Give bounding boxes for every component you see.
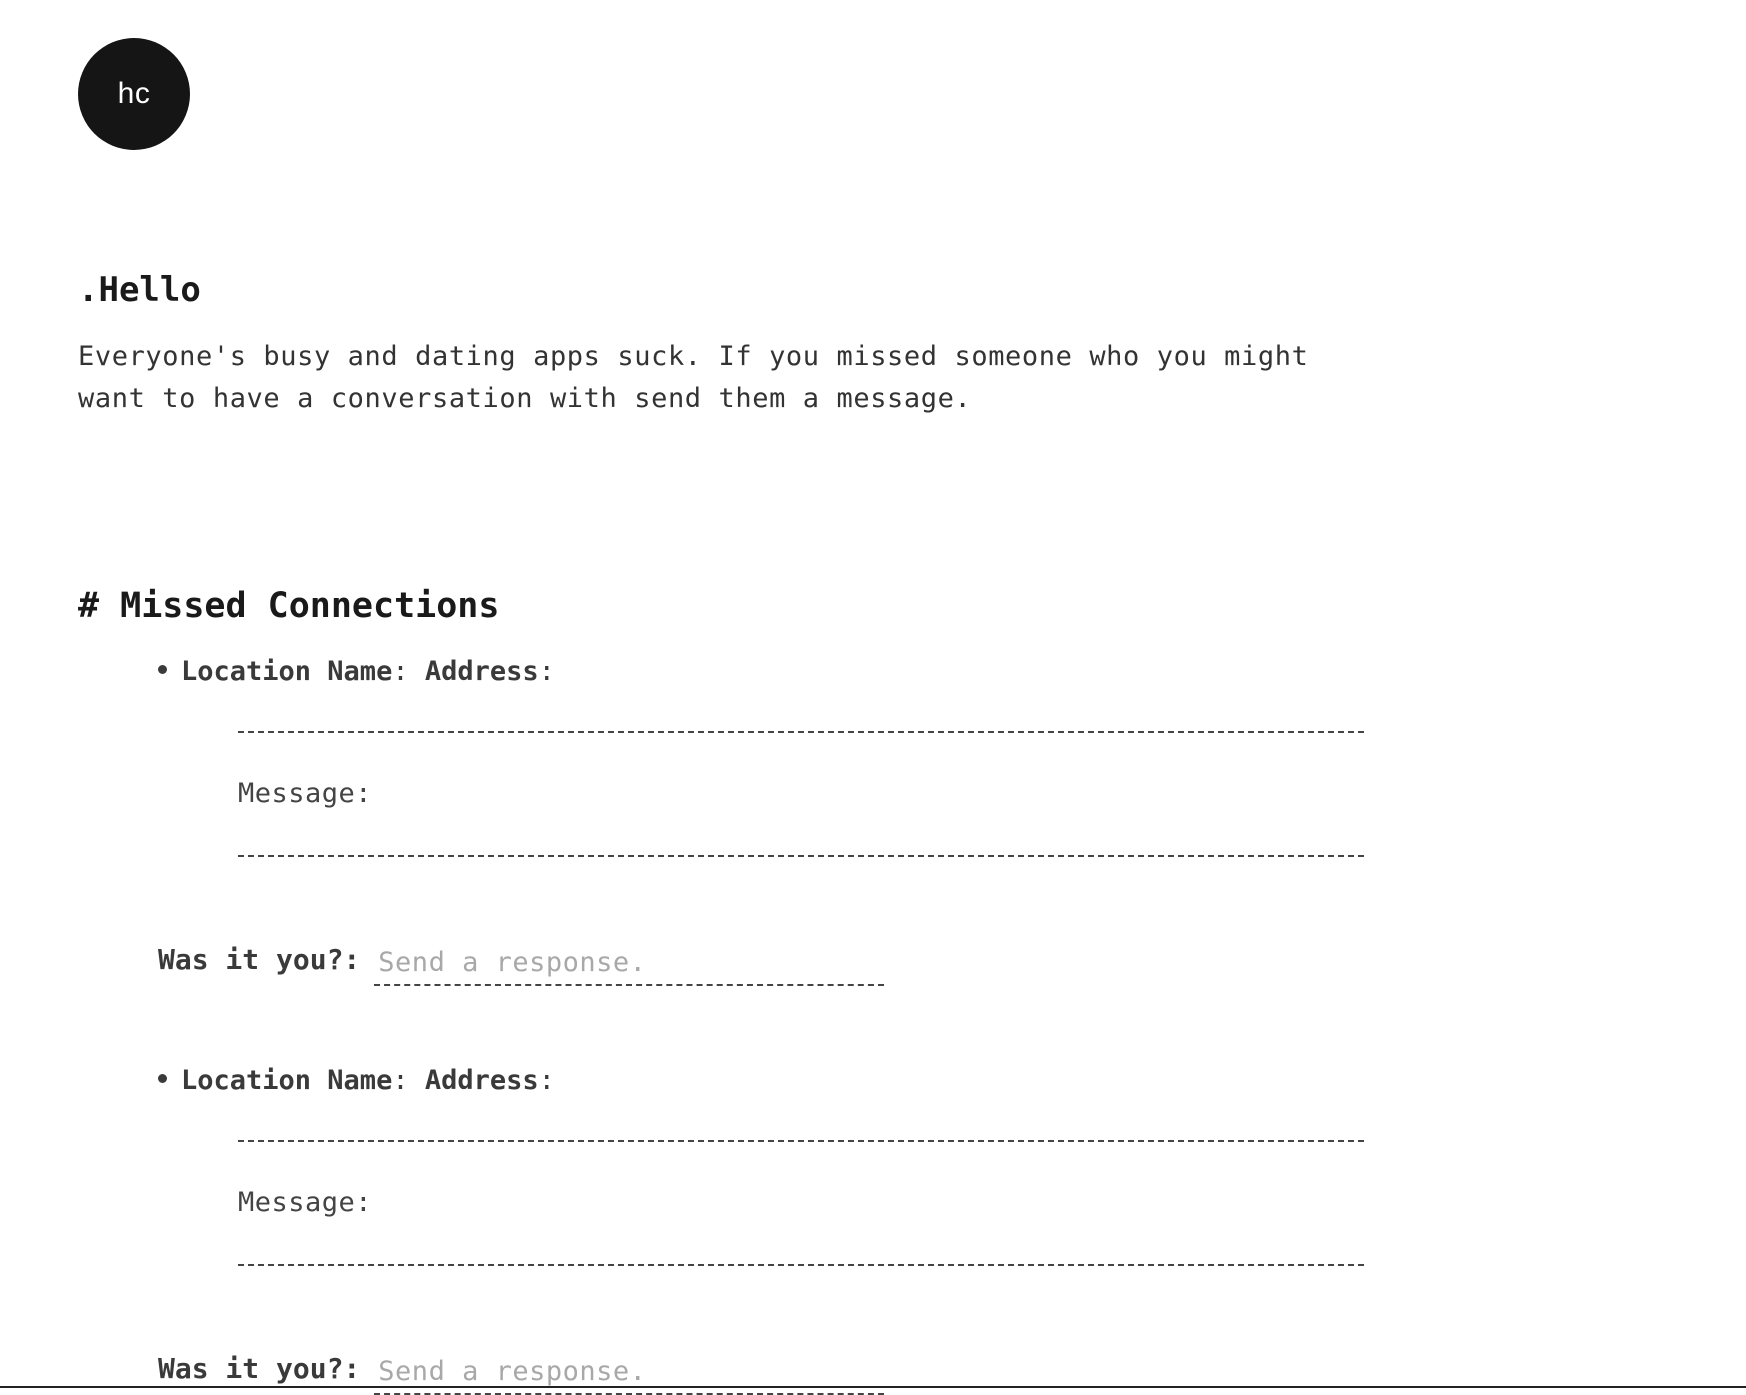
- hello-heading: .Hello: [78, 270, 201, 310]
- entry-location-line: Location Name: Address:: [158, 1061, 555, 1101]
- logo-avatar[interactable]: hc: [78, 38, 190, 150]
- location-name-label: Location Name: [181, 656, 393, 687]
- response-input[interactable]: [374, 1349, 885, 1395]
- response-row: Was it you?:: [158, 1349, 885, 1395]
- bullet-icon: [158, 1074, 167, 1083]
- divider: [238, 855, 1364, 857]
- bullet-icon: [158, 665, 167, 674]
- entry-location-line: Location Name: Address:: [158, 652, 555, 692]
- divider: [238, 1264, 1364, 1266]
- message-label: Message:: [238, 1187, 373, 1218]
- response-row: Was it you?:: [158, 940, 885, 986]
- was-it-you-label: Was it you?:: [158, 943, 361, 976]
- divider: [238, 731, 1364, 733]
- intro-text: Everyone's busy and dating apps suck. If…: [78, 341, 1309, 414]
- divider: [238, 1140, 1364, 1142]
- location-name-label: Location Name: [181, 1065, 393, 1096]
- was-it-you-label: Was it you?:: [158, 1352, 361, 1385]
- message-label: Message:: [238, 778, 373, 809]
- address-label: Address: [424, 656, 539, 687]
- missed-connections-heading: # Missed Connections: [78, 586, 500, 626]
- response-input[interactable]: [374, 940, 885, 986]
- address-label: Address: [424, 1065, 539, 1096]
